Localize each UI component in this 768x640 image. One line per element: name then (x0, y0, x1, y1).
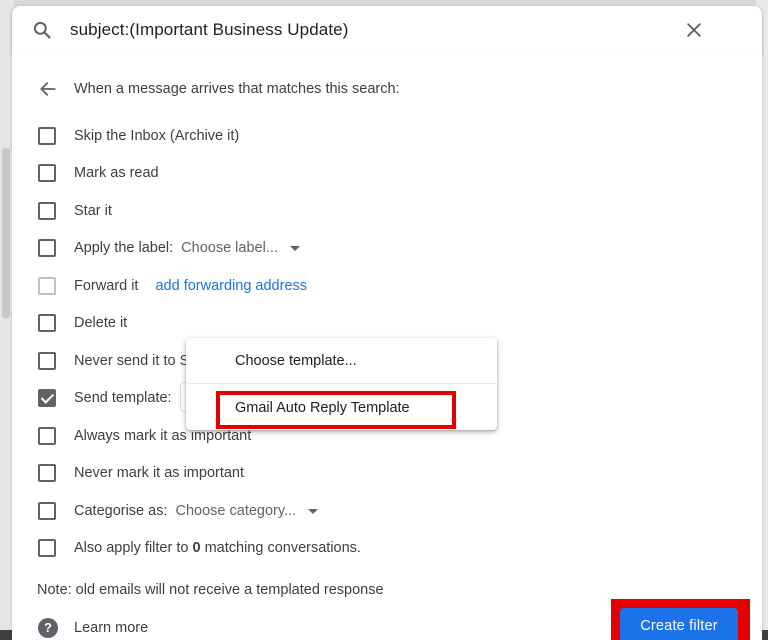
background-scrollbar[interactable] (2, 148, 10, 318)
menu-item-gmail-auto-reply-template[interactable]: Gmail Auto Reply Template (235, 400, 410, 416)
option-label: Apply the label: (74, 240, 174, 256)
checkbox-star[interactable] (38, 202, 56, 220)
option-label: Send template: (74, 390, 172, 406)
option-label: Never mark it as important (74, 465, 245, 481)
menu-item-choose-template[interactable]: Choose template... (235, 353, 357, 369)
menu-divider (186, 383, 497, 384)
search-icon[interactable] (32, 20, 52, 40)
option-skip-inbox[interactable]: Skip the Inbox (Archive it) (38, 124, 239, 148)
checkbox-forward[interactable] (38, 277, 56, 295)
chevron-down-icon (308, 508, 319, 514)
label-dropdown-value: Choose label... (181, 240, 278, 256)
checkbox-categorise[interactable] (38, 502, 56, 520)
option-star[interactable]: Star it (38, 199, 112, 223)
arrow-back-icon[interactable] (38, 79, 58, 99)
checkbox-never-spam[interactable] (38, 352, 56, 370)
option-also-apply[interactable]: Also apply filter to 0 matching conversa… (38, 536, 361, 560)
option-categorise[interactable]: Categorise as: Choose category... (38, 499, 319, 523)
option-mark-read[interactable]: Mark as read (38, 161, 159, 185)
help-icon: ? (38, 618, 58, 638)
checkbox-apply-label[interactable] (38, 239, 56, 257)
option-send-template[interactable]: Send template: (38, 386, 172, 410)
checkbox-send-template[interactable] (38, 389, 56, 407)
checkbox-delete[interactable] (38, 314, 56, 332)
checkbox-never-important[interactable] (38, 464, 56, 482)
option-label: Mark as read (74, 165, 159, 181)
search-bar[interactable]: subject:(Important Business Update) (12, 6, 762, 54)
option-never-important[interactable]: Never mark it as important (38, 461, 244, 485)
also-apply-suffix: matching conversations. (200, 540, 361, 556)
option-apply-label[interactable]: Apply the label: Choose label... (38, 236, 300, 260)
create-filter-button[interactable]: Create filter (620, 608, 738, 640)
template-note: Note: old emails will not receive a temp… (37, 582, 384, 598)
category-dropdown-value: Choose category... (175, 503, 297, 519)
option-label: Always mark it as important (74, 428, 252, 444)
category-dropdown[interactable]: Choose category... (176, 503, 319, 519)
also-apply-prefix: Also apply filter to (74, 540, 193, 556)
search-query[interactable]: subject:(Important Business Update) (70, 20, 348, 40)
option-label: Forward it (74, 278, 139, 294)
matching-count: 0 (192, 540, 201, 556)
checkbox-mark-read[interactable] (38, 164, 56, 182)
checkbox-always-important[interactable] (38, 427, 56, 445)
option-label: Skip the Inbox (Archive it) (74, 128, 240, 144)
learn-more-link[interactable]: Learn more (74, 620, 148, 636)
option-delete[interactable]: Delete it (38, 311, 127, 335)
chevron-down-icon (289, 245, 300, 251)
option-label: Star it (74, 203, 112, 219)
learn-more[interactable]: ? Learn more (38, 618, 148, 638)
add-forwarding-address-link[interactable]: add forwarding address (155, 278, 307, 294)
checkbox-skip-inbox[interactable] (38, 127, 56, 145)
option-label: Delete it (74, 315, 128, 331)
label-dropdown[interactable]: Choose label... (181, 240, 300, 256)
option-label: Also apply filter to 0 matching conversa… (74, 540, 361, 556)
filter-header: When a message arrives that matches this… (38, 79, 400, 99)
close-icon[interactable] (684, 20, 704, 40)
checkbox-also-apply[interactable] (38, 539, 56, 557)
option-label: Categorise as: (74, 503, 168, 519)
filter-header-text: When a message arrives that matches this… (74, 81, 400, 97)
option-forward[interactable]: Forward it add forwarding address (38, 274, 307, 298)
template-menu: Choose template... Gmail Auto Reply Temp… (186, 338, 497, 430)
